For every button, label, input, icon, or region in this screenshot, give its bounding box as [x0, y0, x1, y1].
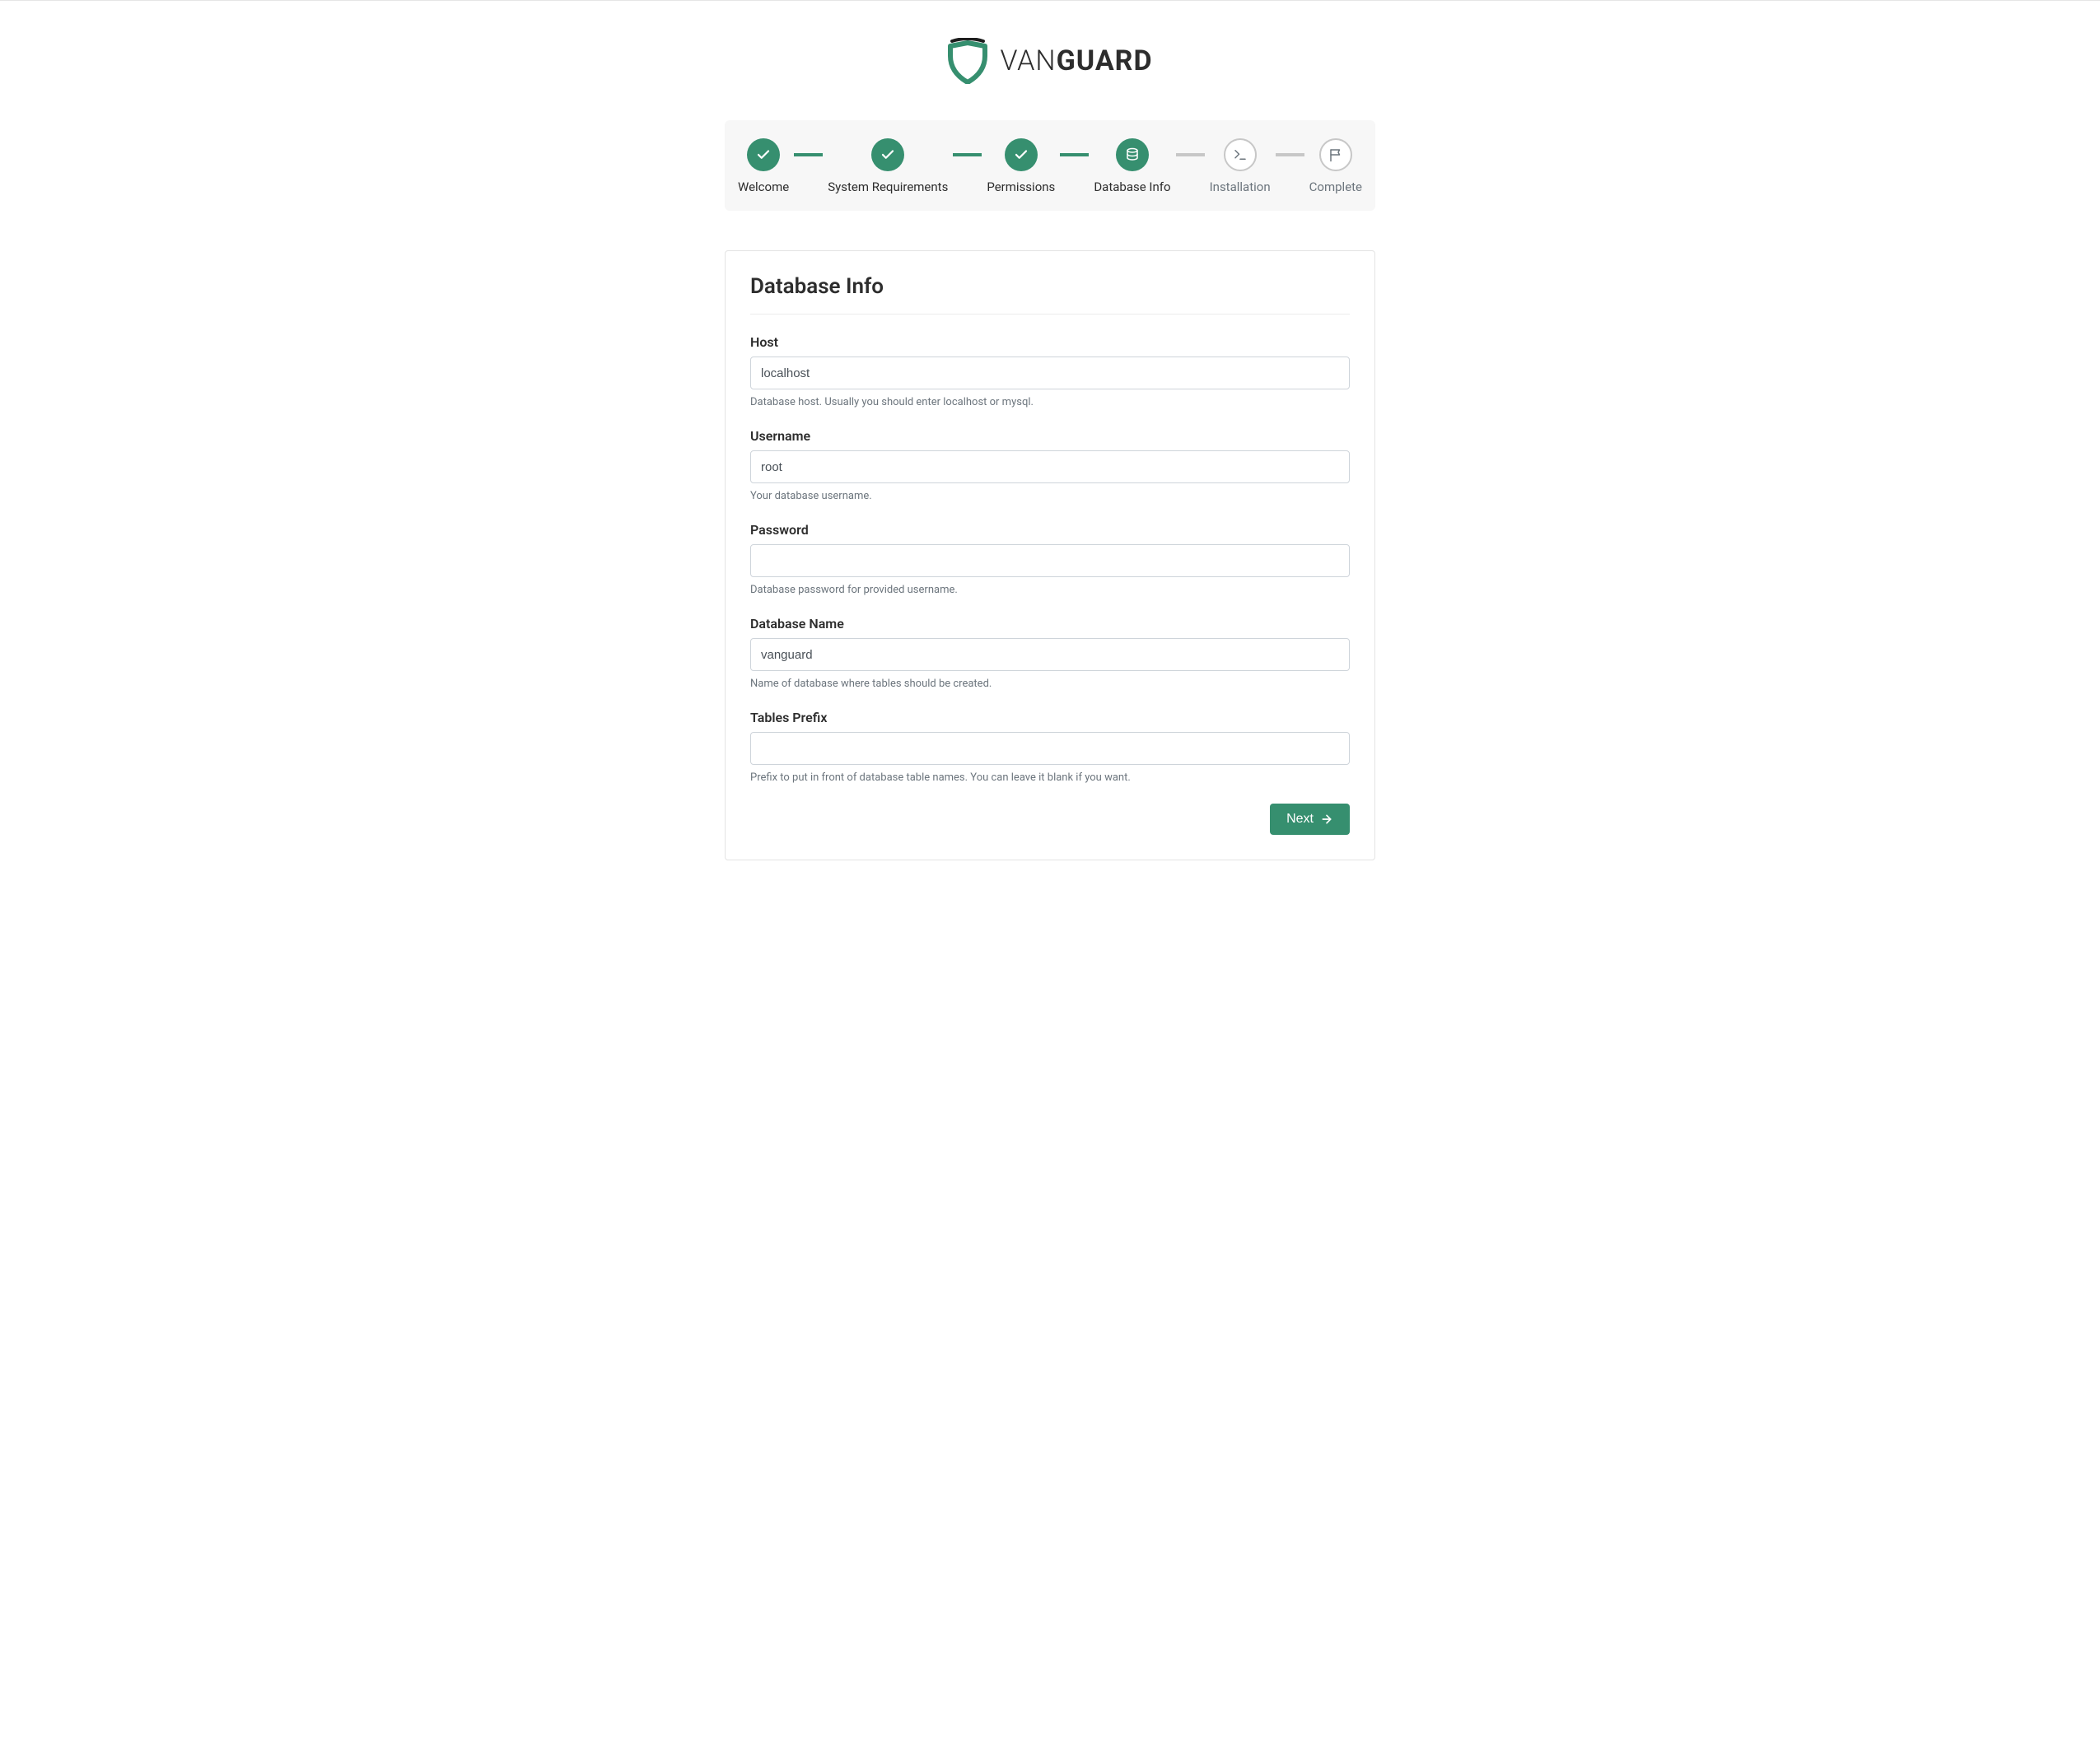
step-welcome: Welcome: [733, 138, 794, 194]
next-button-label: Next: [1286, 812, 1314, 827]
field-prefix: Tables Prefix Prefix to put in front of …: [750, 710, 1350, 784]
step-label: Database Info: [1094, 179, 1170, 194]
dbname-input[interactable]: [750, 638, 1350, 671]
step-system-requirements: System Requirements: [823, 138, 953, 194]
progress-bar: [953, 153, 982, 156]
progress-bar: [794, 153, 823, 156]
step-label: Complete: [1309, 179, 1362, 194]
password-input[interactable]: [750, 544, 1350, 577]
progress-bar: [1276, 153, 1304, 156]
database-icon: [1116, 138, 1149, 171]
brand-name: VANGUARD: [1000, 44, 1152, 77]
field-help: Database password for provided username.: [750, 584, 1350, 596]
username-input[interactable]: [750, 450, 1350, 483]
check-icon: [1005, 138, 1038, 171]
next-button[interactable]: Next: [1270, 804, 1350, 835]
step-label: Installation: [1210, 179, 1271, 194]
field-label: Password: [750, 522, 1350, 538]
field-label: Username: [750, 428, 1350, 444]
step-label: Welcome: [738, 179, 789, 194]
check-icon: [747, 138, 780, 171]
field-password: Password Database password for provided …: [750, 522, 1350, 596]
step-permissions: Permissions: [982, 138, 1060, 194]
database-info-card: Database Info Host Database host. Usuall…: [725, 250, 1375, 860]
step-label: System Requirements: [828, 179, 948, 194]
field-dbname: Database Name Name of database where tab…: [750, 616, 1350, 690]
host-input[interactable]: [750, 357, 1350, 389]
logo-area: VANGUARD: [725, 1, 1375, 120]
field-help: Database host. Usually you should enter …: [750, 396, 1350, 408]
terminal-icon: [1224, 138, 1257, 171]
step-database-info: Database Info: [1089, 138, 1175, 194]
step-complete: Complete: [1304, 138, 1367, 194]
prefix-input[interactable]: [750, 732, 1350, 765]
field-help: Name of database where tables should be …: [750, 678, 1350, 690]
card-title: Database Info: [750, 274, 1350, 315]
field-label: Host: [750, 334, 1350, 350]
progress-bar: [1176, 153, 1205, 156]
field-help: Prefix to put in front of database table…: [750, 771, 1350, 784]
wizard-steps: Welcome System Requirements Permissions: [725, 120, 1375, 211]
shield-logo-icon: [947, 38, 988, 84]
field-username: Username Your database username.: [750, 428, 1350, 502]
check-icon: [871, 138, 904, 171]
step-label: Permissions: [987, 179, 1055, 194]
field-host: Host Database host. Usually you should e…: [750, 334, 1350, 408]
field-label: Tables Prefix: [750, 710, 1350, 725]
field-label: Database Name: [750, 616, 1350, 631]
field-help: Your database username.: [750, 490, 1350, 502]
step-installation: Installation: [1205, 138, 1276, 194]
flag-icon: [1319, 138, 1352, 171]
arrow-right-icon: [1320, 813, 1333, 826]
progress-bar: [1060, 153, 1089, 156]
